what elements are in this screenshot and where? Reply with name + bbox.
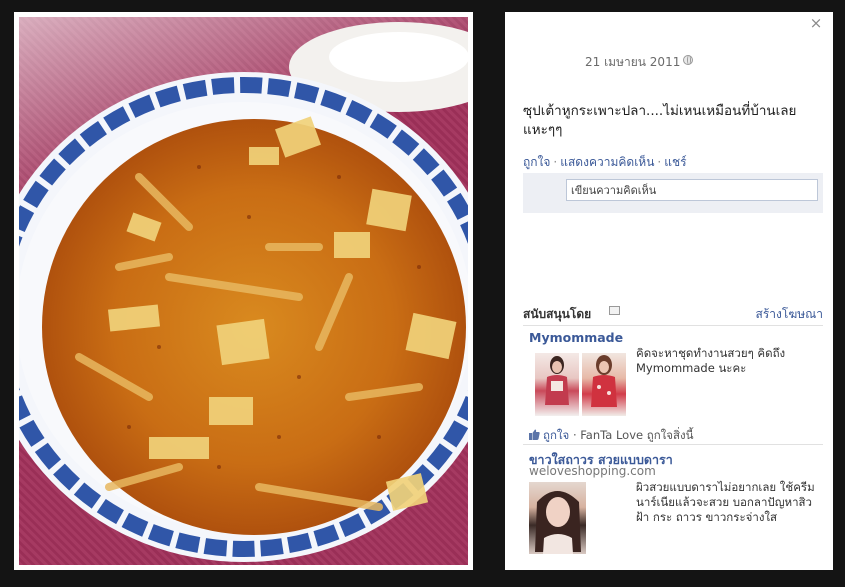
action-separator: · <box>553 155 558 169</box>
comment-link[interactable]: แสดงความคิดเห็น <box>560 155 654 169</box>
soup-bowl-illustration <box>19 22 468 562</box>
photo-frame <box>14 12 473 570</box>
ad-description: ผิวสวยแบบดาราไม่อยากเลย ใช้ครีมนาร์เนียแ… <box>636 480 815 524</box>
sponsored-info-icon <box>609 306 620 315</box>
comment-input[interactable] <box>566 179 818 201</box>
ad-divider <box>523 444 823 445</box>
ad-like-row: ถูกใจ · FanTa Love ถูกใจสิ่งนี้ <box>529 427 694 445</box>
ad-description: คิดจะหาชุดทำงานสวยๆ คิดถึง Mymommade นะค… <box>636 346 786 375</box>
post-date[interactable]: 21 เมษายน 2011 <box>585 53 680 72</box>
close-icon[interactable]: × <box>809 16 823 31</box>
share-link[interactable]: แชร์ <box>664 155 686 169</box>
ad-image[interactable] <box>582 353 626 416</box>
ad-image[interactable] <box>535 353 579 416</box>
ad-like-link[interactable]: ถูกใจ <box>543 428 569 442</box>
sponsored-title: สนับสนุนโดย <box>523 307 592 321</box>
model-photo <box>591 355 617 407</box>
post-actions: ถูกใจ · แสดงความคิดเห็น · แชร์ <box>523 153 687 172</box>
action-separator: · <box>657 155 662 169</box>
like-link[interactable]: ถูกใจ <box>523 155 550 169</box>
soup-photo[interactable] <box>19 17 468 565</box>
ad-domain: weloveshopping.com <box>529 464 656 478</box>
ad-image[interactable] <box>529 482 586 554</box>
post-caption: ซุปเต้าหูกระเพาะปลา....ไม่เหนเหมือนที่บ้… <box>523 103 797 138</box>
thumbs-up-icon <box>529 429 540 440</box>
ad-title[interactable]: Mymommade <box>529 330 623 345</box>
comment-box <box>523 173 823 213</box>
post-detail-panel: × 21 เมษายน 2011 ซุปเต้าหูกระเพาะปลา....… <box>505 12 833 570</box>
globe-icon <box>683 55 693 65</box>
model-photo <box>535 491 581 554</box>
ad-social-context: FanTa Love ถูกใจสิ่งนี้ <box>580 428 694 442</box>
create-ad-link[interactable]: สร้างโฆษณา <box>756 305 824 324</box>
sponsored-header: สนับสนุนโดย สร้างโฆษณา <box>523 305 823 326</box>
model-photo <box>545 356 569 405</box>
like-separator: · <box>572 428 577 442</box>
